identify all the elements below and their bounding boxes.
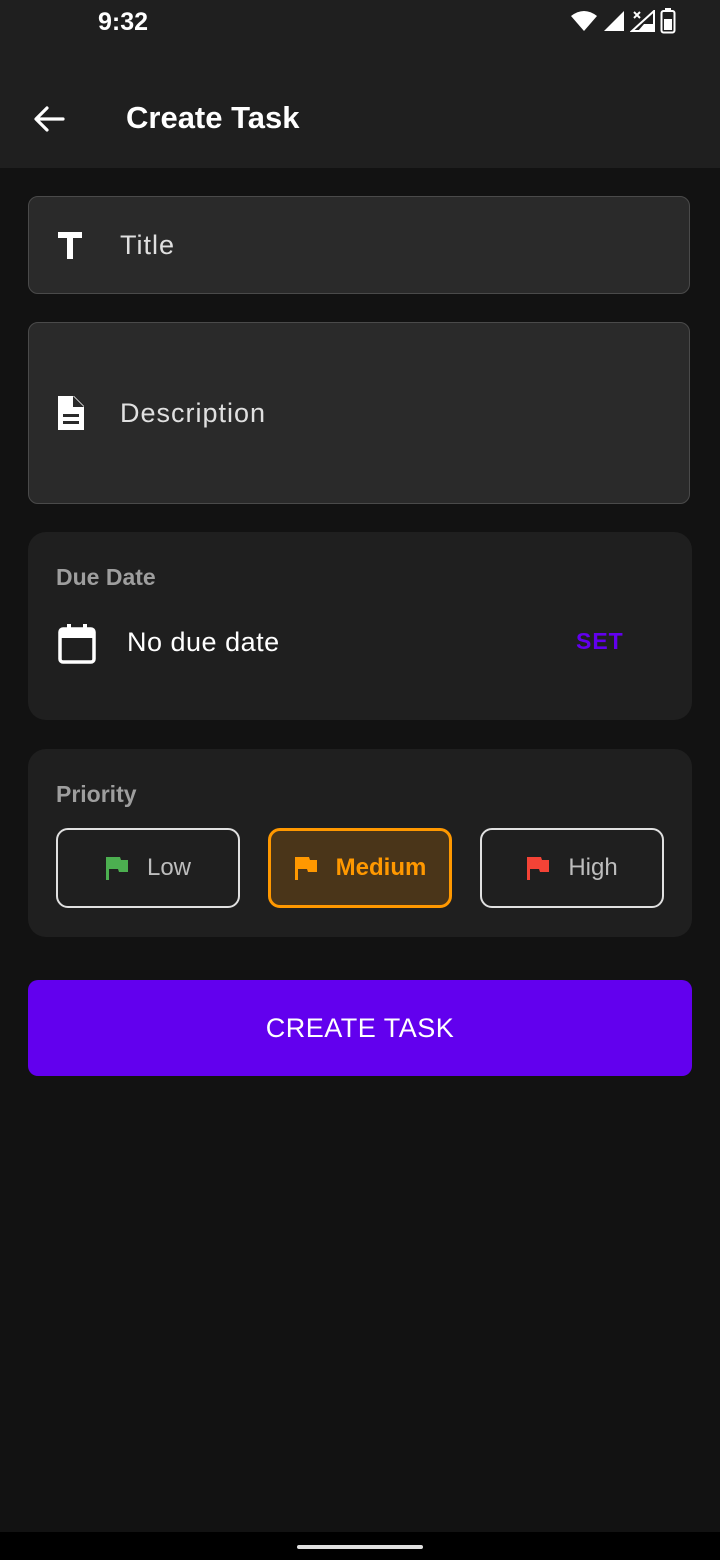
signal-icon bbox=[604, 11, 624, 31]
priority-option-label: Low bbox=[146, 854, 192, 881]
home-indicator[interactable] bbox=[297, 1545, 423, 1549]
app-bar: Create Task bbox=[0, 44, 720, 168]
calendar-icon bbox=[58, 624, 96, 664]
set-due-date-button[interactable]: SET bbox=[576, 628, 624, 655]
wifi-icon bbox=[571, 11, 597, 31]
flag-icon bbox=[527, 857, 550, 880]
description-icon bbox=[55, 396, 85, 430]
title-placeholder: Title bbox=[120, 229, 176, 260]
status-bar: 9:32 bbox=[0, 0, 720, 44]
description-input[interactable]: Description bbox=[28, 322, 690, 504]
page-title: Create Task bbox=[126, 100, 300, 135]
description-placeholder: Description bbox=[120, 397, 267, 428]
due-date-card: Due Date No due date SET bbox=[28, 532, 692, 720]
priority-option-label: High bbox=[568, 854, 618, 881]
create-task-button[interactable]: CREATE TASK bbox=[28, 980, 692, 1076]
priority-card: Priority Low Medium High bbox=[28, 749, 692, 937]
priority-low-button[interactable]: Low bbox=[56, 828, 240, 908]
priority-high-button[interactable]: High bbox=[480, 828, 664, 908]
arrow-back-icon bbox=[34, 106, 65, 132]
flag-icon bbox=[294, 857, 317, 880]
navigation-bar bbox=[0, 1532, 720, 1560]
battery-icon bbox=[660, 8, 676, 34]
text-format-icon bbox=[55, 228, 85, 262]
priority-label: Priority bbox=[56, 781, 137, 807]
title-input[interactable]: Title bbox=[28, 196, 690, 294]
status-icons bbox=[570, 6, 676, 36]
priority-medium-button[interactable]: Medium bbox=[268, 828, 452, 908]
due-date-label: Due Date bbox=[56, 564, 156, 590]
priority-option-label: Medium bbox=[335, 854, 427, 881]
flag-icon bbox=[105, 857, 128, 880]
signal-no-data-icon bbox=[630, 10, 655, 32]
status-time: 9:32 bbox=[98, 8, 149, 36]
back-button[interactable] bbox=[26, 96, 72, 142]
due-date-value: No due date bbox=[127, 627, 280, 657]
